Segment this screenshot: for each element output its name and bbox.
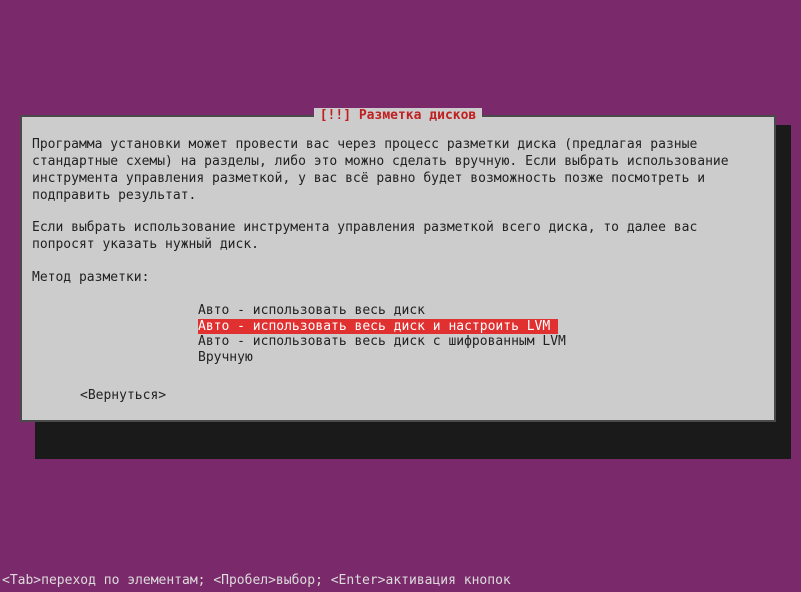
dialog-title-wrap: [!!] Разметка дисков xyxy=(32,108,764,125)
menu-item-auto-lvm[interactable]: Авто - использовать весь диск и настроит… xyxy=(198,319,558,335)
dialog-paragraph-2: Если выбрать использование инструмента у… xyxy=(32,220,764,254)
method-menu: Авто - использовать весь диск Авто - исп… xyxy=(198,303,764,365)
partition-dialog: [!!] Разметка дисков Программа установки… xyxy=(20,115,776,422)
dialog-prompt: Метод разметки: xyxy=(32,270,764,287)
dialog-title: [!!] Разметка дисков xyxy=(314,108,483,123)
back-button[interactable]: <Вернуться> xyxy=(80,388,166,405)
dialog-paragraph-1: Программа установки может провести вас ч… xyxy=(32,137,764,205)
menu-item-manual[interactable]: Вручную xyxy=(198,350,253,366)
menu-item-auto-whole-disk[interactable]: Авто - использовать весь диск xyxy=(198,303,425,319)
menu-item-auto-encrypted-lvm[interactable]: Авто - использовать весь диск с шифрован… xyxy=(198,334,566,350)
status-bar: <Tab>переход по элементам; <Пробел>выбор… xyxy=(2,573,511,590)
